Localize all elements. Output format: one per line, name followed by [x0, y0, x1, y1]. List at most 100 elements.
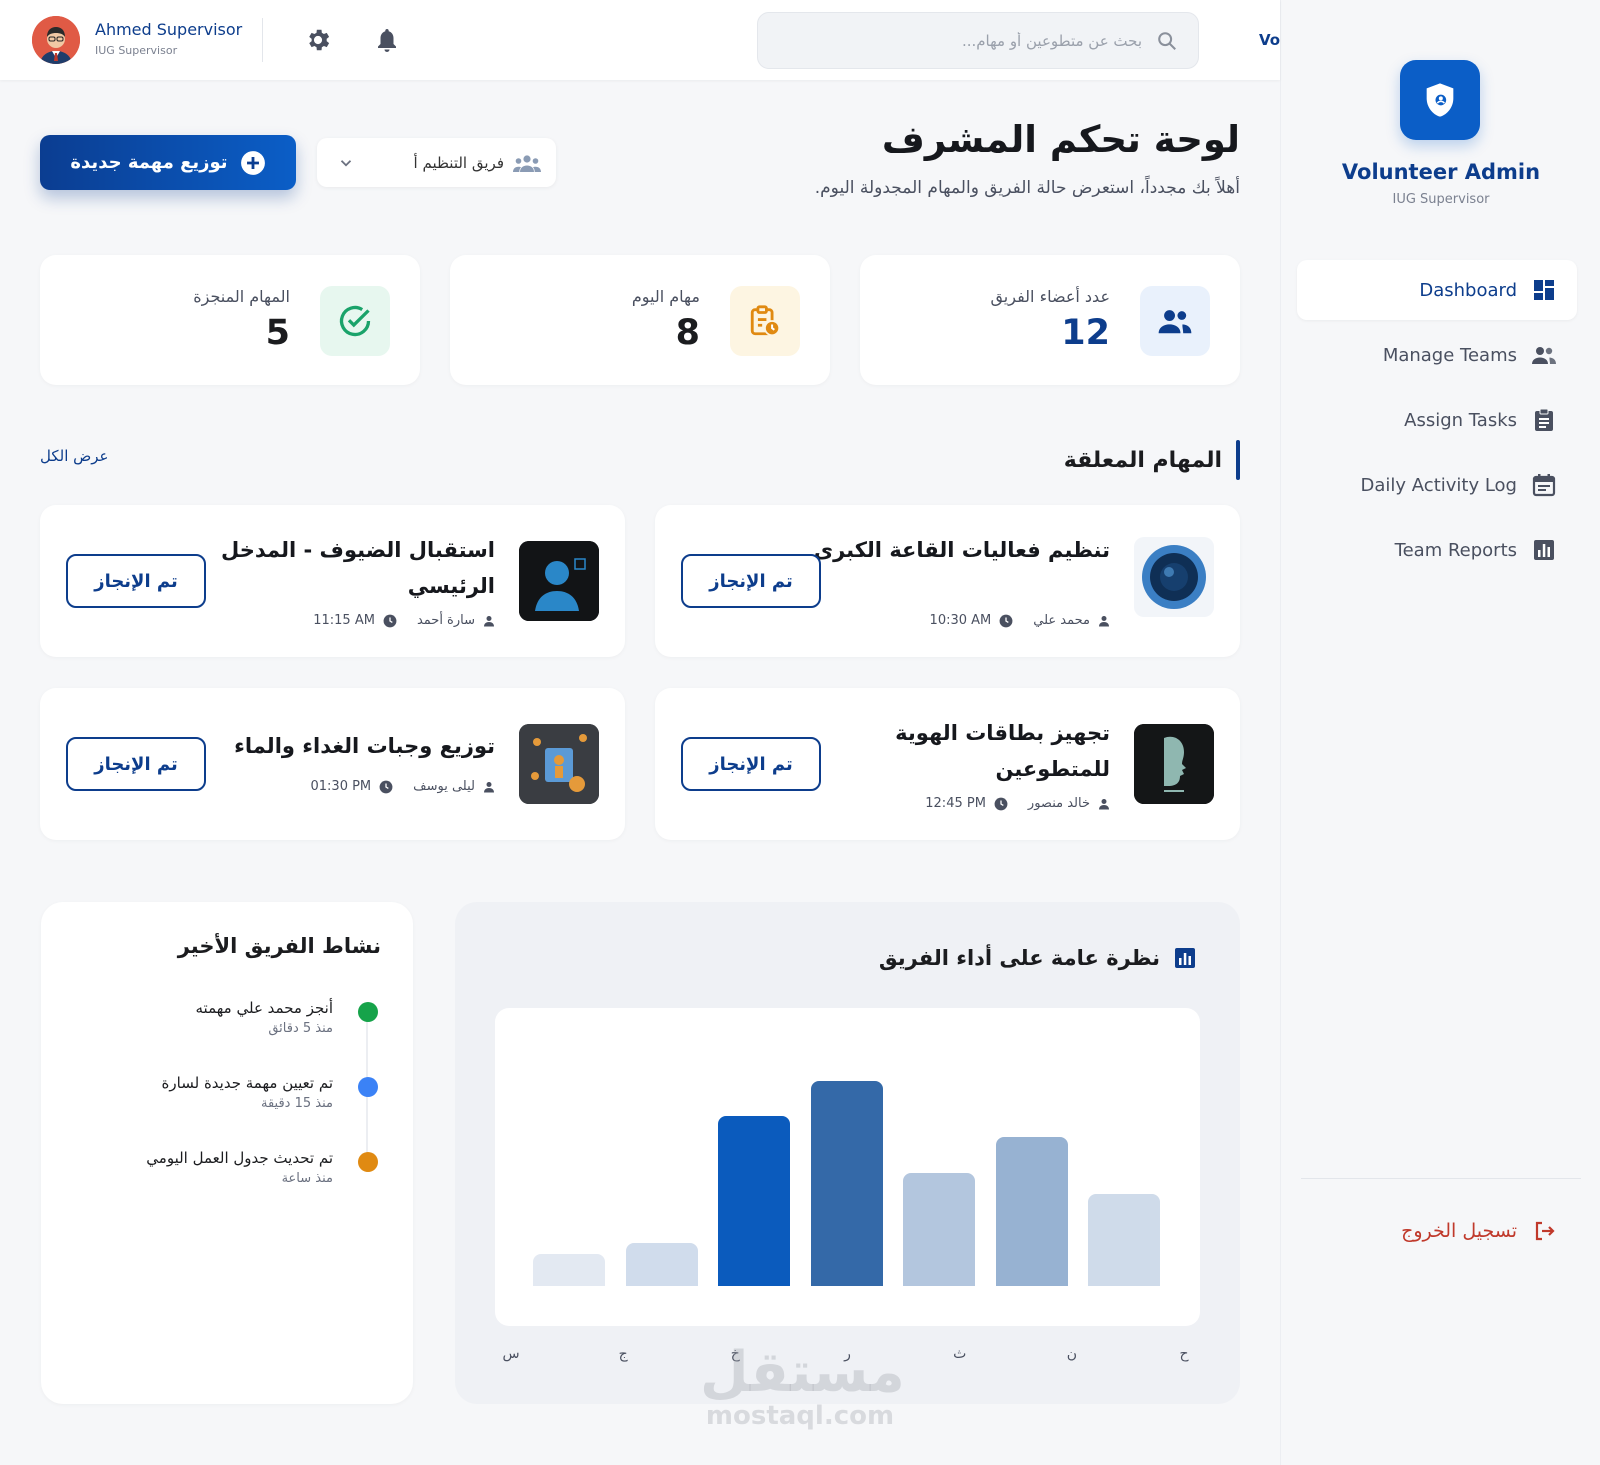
user-name: Ahmed Supervisor: [95, 20, 243, 39]
task-assignee: سارة أحمد: [416, 613, 475, 628]
sidebar-item-assign-tasks[interactable]: Assign Tasks: [1297, 390, 1577, 450]
new-task-label: توزيع مهمة جديدة: [70, 152, 228, 173]
section-accent-bar: [1236, 440, 1240, 480]
x-axis: سجخرثنح: [495, 1346, 1200, 1366]
chart-bar: [625, 1243, 698, 1286]
section-title: المهام المعلقة: [1063, 447, 1222, 473]
task-card: تجهيز بطاقات الهوية للمتطوعين خالد منصور…: [655, 688, 1240, 840]
task-assignee: ليلى يوسف: [413, 779, 475, 794]
x-tick-label: ث: [953, 1346, 967, 1362]
person-icon: [1099, 798, 1109, 809]
mark-done-button[interactable]: تم الإنجاز: [66, 554, 206, 608]
person-icon: [1099, 615, 1109, 626]
task-assignee: محمد علي: [1033, 613, 1090, 628]
chart-bar: [995, 1137, 1068, 1286]
settings-button[interactable]: [300, 22, 336, 58]
notifications-button[interactable]: [369, 22, 405, 58]
task-time: 11:15 AM: [313, 613, 375, 628]
task-time: 01:30 PM: [310, 779, 372, 794]
team-performance-card: نظرة عامة على أداء الفريق س ج خ ر ث ن ح: [455, 902, 1240, 1404]
brand-logo: [1400, 60, 1480, 140]
x-tick-label: خ: [730, 1346, 740, 1362]
sidebar-item-manage-teams[interactable]: Manage Teams: [1297, 325, 1577, 385]
chart-icon: [1175, 948, 1195, 968]
chevron-down-icon: [340, 159, 352, 167]
logout-icon: [1531, 1218, 1557, 1244]
task-title: تنظيم فعاليات القاعة الكبرى: [813, 538, 1110, 562]
team-select[interactable]: فريق التنظيم أ: [317, 138, 556, 187]
check-circle-icon: [320, 286, 390, 356]
page-title: لوحة تحكم المشرف: [881, 118, 1240, 161]
logout-label: تسجيل الخروج: [1401, 1220, 1517, 1242]
status-dot: [358, 1152, 378, 1172]
mark-done-button[interactable]: تم الإنجاز: [66, 737, 206, 791]
pending-tasks-header: المهام المعلقة: [1064, 440, 1240, 480]
sidebar-item-team-reports[interactable]: Team Reports: [1297, 520, 1577, 580]
bell-icon: [378, 29, 396, 52]
stat-value: 8: [675, 313, 700, 353]
task-meta: خالد منصور 12:45 PM: [925, 796, 1110, 811]
task-clock-icon: [730, 286, 800, 356]
activity-time: منذ ساعة: [281, 1171, 333, 1186]
page-subtitle: أهلاً بك مجدداً، استعرض حالة الفريق والم…: [814, 178, 1240, 198]
task-thumbnail: [1134, 537, 1214, 617]
sidebar-item-label: Manage Teams: [1382, 344, 1517, 366]
mark-done-button[interactable]: تم الإنجاز: [681, 554, 821, 608]
bar-chart-plot: [495, 1008, 1200, 1326]
status-dot: [358, 1002, 378, 1022]
task-meta: سارة أحمد 11:15 AM: [313, 613, 495, 628]
task-thumbnail: [1134, 724, 1214, 804]
search-input[interactable]: [762, 31, 1142, 50]
sidebar-divider: [1301, 1178, 1581, 1179]
clock-icon: [994, 797, 1008, 810]
new-task-button[interactable]: توزيع مهمة جديدة: [40, 135, 296, 190]
clipboard-icon: [1531, 407, 1557, 433]
activity-text: تم تعيين مهمة جديدة لسارة: [161, 1074, 333, 1092]
task-card: تنظيم فعاليات القاعة الكبرى محمد علي 10:…: [655, 505, 1240, 657]
sidebar-item-label: Daily Activity Log: [1360, 474, 1517, 496]
team-icon: [1531, 342, 1557, 368]
clock-icon: [379, 780, 393, 793]
sidebar-item-label: Assign Tasks: [1404, 409, 1517, 431]
stat-label: مهام اليوم: [631, 287, 700, 306]
task-thumbnail: [519, 724, 599, 804]
x-tick-label: ح: [1179, 1346, 1189, 1362]
task-title: استقبال الضيوف - المدخل الرئيسي: [221, 538, 495, 598]
activity-time: منذ 5 دقائق: [268, 1021, 333, 1036]
task-thumbnail: [519, 541, 599, 621]
stat-card-team-members: عدد أعضاء الفريق 12: [860, 255, 1240, 385]
stat-value: 5: [265, 313, 290, 353]
sidebar-item-dashboard[interactable]: Dashboard: [1297, 260, 1577, 320]
chart-bar: [1088, 1194, 1160, 1286]
team-select-value: فريق التنظيم أ: [413, 153, 504, 172]
brand-title: Volunteer Admin: [1341, 160, 1541, 184]
person-icon: [484, 615, 494, 626]
view-all-link[interactable]: عرض الكل: [40, 447, 109, 465]
logout-button[interactable]: تسجيل الخروج: [1297, 1208, 1577, 1254]
chart-bar: [810, 1081, 883, 1286]
activity-item: أنجز محمد علي مهمته منذ 5 دقائق: [58, 999, 378, 1049]
x-tick-label: ر: [844, 1346, 851, 1362]
mark-done-button[interactable]: تم الإنجاز: [681, 737, 821, 791]
task-assignee: خالد منصور: [1027, 796, 1090, 811]
status-dot: [358, 1077, 378, 1097]
stat-value: 12: [1061, 313, 1110, 353]
activity-item: تم تحديث جدول العمل اليومي منذ ساعة: [58, 1149, 378, 1199]
sidebar: Volunteer Admin IUG Supervisor Dashboard…: [1280, 0, 1600, 1465]
activity-title: نشاط الفريق الأخير: [177, 934, 381, 958]
topbar-divider: [262, 18, 263, 62]
chart-bar: [718, 1116, 790, 1286]
stat-label: عدد أعضاء الفريق: [990, 287, 1110, 306]
task-time: 10:30 AM: [929, 613, 992, 628]
activity-text: أنجز محمد علي مهمته: [195, 999, 333, 1017]
chart-title: نظرة عامة على أداء الفريق: [878, 946, 1160, 970]
chart-bar: [533, 1254, 605, 1286]
x-tick-label: ج: [618, 1346, 628, 1362]
sidebar-item-daily-activity-log[interactable]: Daily Activity Log: [1297, 455, 1577, 515]
x-tick-label: س: [502, 1346, 520, 1362]
chart-header: نظرة عامة على أداء الفريق: [879, 946, 1196, 970]
task-title: تجهيز بطاقات الهوية للمتطوعين: [895, 721, 1110, 781]
recent-activity-card: نشاط الفريق الأخير أنجز محمد علي مهمته م…: [41, 902, 413, 1404]
sidebar-item-label: Dashboard: [1419, 279, 1517, 301]
avatar[interactable]: [32, 16, 80, 64]
